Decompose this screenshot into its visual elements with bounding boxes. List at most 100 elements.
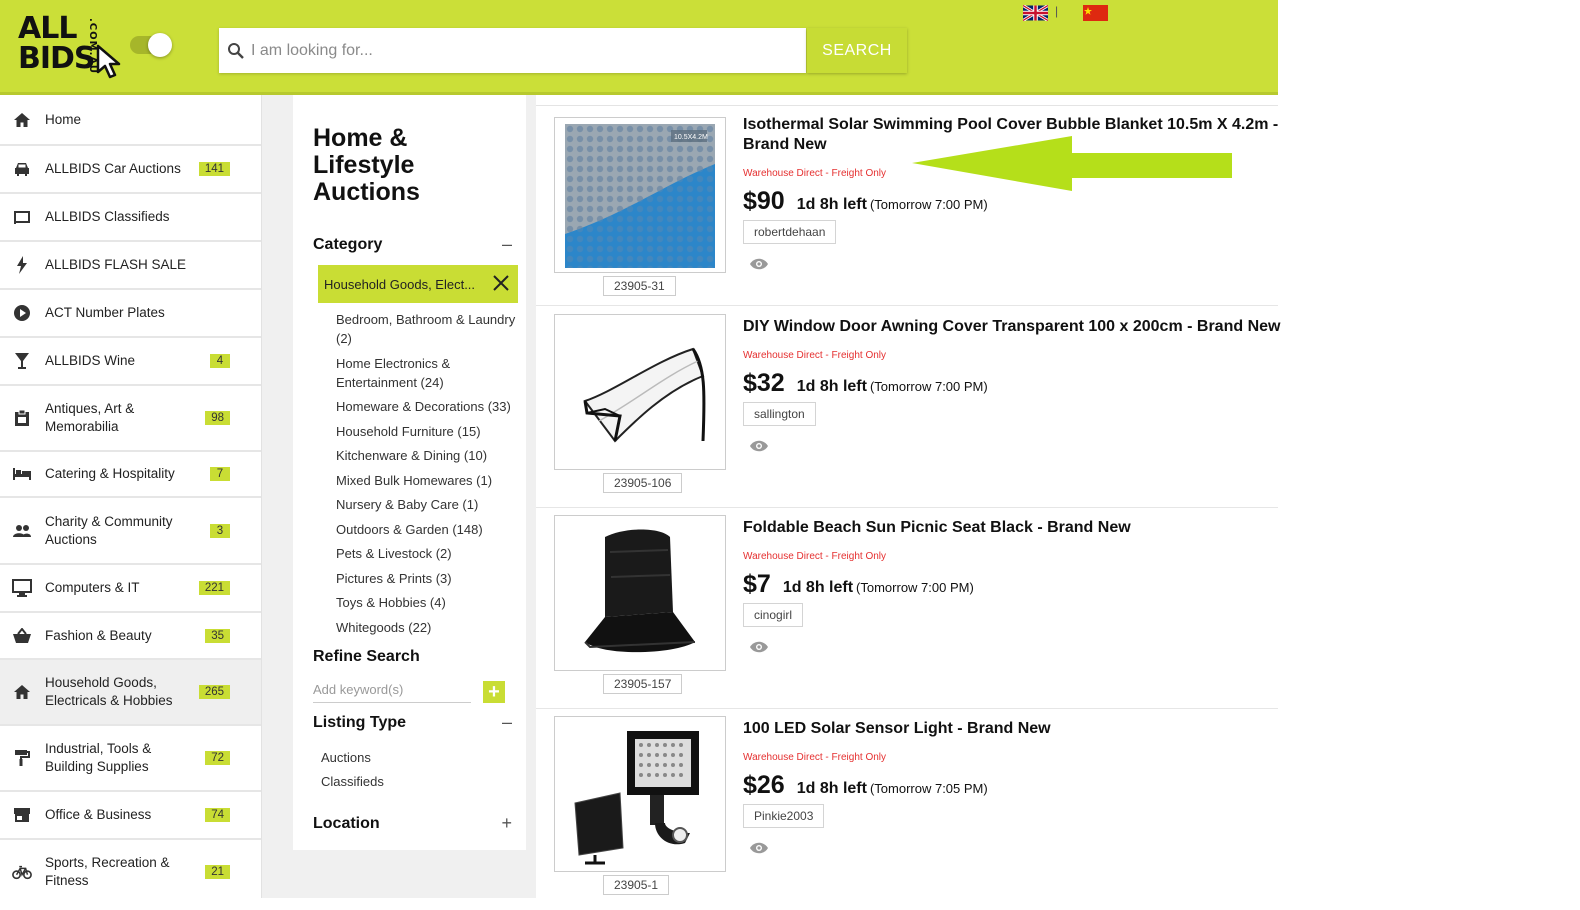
selected-category-chip[interactable]: Household Goods, Elect... bbox=[318, 265, 518, 303]
watch-eye-icon[interactable] bbox=[749, 257, 769, 271]
sidebar-gutter bbox=[262, 95, 293, 898]
sidebar-item-label: ACT Number Plates bbox=[45, 305, 165, 320]
search-bar bbox=[219, 28, 806, 73]
end-time: (Tomorrow 7:00 PM) bbox=[869, 379, 988, 394]
sidebar-item-label: Catering & Hospitality bbox=[45, 466, 175, 481]
count-badge: 98 bbox=[205, 411, 230, 425]
sidebar-item-number-plates[interactable]: ACT Number Plates bbox=[0, 290, 261, 338]
china-flag-icon[interactable] bbox=[1083, 5, 1108, 21]
subcategory-link[interactable]: Home Electronics & Entertainment (24) bbox=[336, 354, 521, 392]
watch-eye-icon[interactable] bbox=[749, 841, 769, 855]
people-icon bbox=[12, 521, 32, 541]
refine-search-heading: Refine Search bbox=[313, 648, 420, 665]
category-sidebar: Home ALLBIDS Car Auctions 141 ALLBIDS Cl… bbox=[0, 95, 262, 898]
sidebar-item-label: Home bbox=[45, 111, 82, 127]
sidebar-item-label: Office & Business bbox=[45, 807, 152, 822]
uk-flag-icon[interactable] bbox=[1023, 5, 1048, 21]
subcategory-link[interactable]: Pets & Livestock (2) bbox=[336, 544, 521, 563]
lot-number: 23905-31 bbox=[603, 276, 676, 296]
solar-light-image bbox=[574, 731, 699, 865]
keyword-input[interactable] bbox=[313, 677, 471, 703]
time-left: 1d 8h left bbox=[796, 196, 867, 213]
sidebar-item-fashion[interactable]: Fashion & Beauty 35 bbox=[0, 613, 261, 660]
listing-title[interactable]: DIY Window Door Awning Cover Transparent… bbox=[743, 317, 1283, 337]
listing-thumbnail[interactable]: 10.5X4.2M bbox=[554, 117, 726, 273]
subcategory-link[interactable]: Homeware & Decorations (33) bbox=[336, 397, 521, 416]
listing-title[interactable]: Foldable Beach Sun Picnic Seat Black - B… bbox=[743, 518, 1283, 538]
listing-thumbnail[interactable] bbox=[554, 716, 726, 872]
cursor-icon bbox=[96, 44, 121, 79]
sidebar-item-household[interactable]: Household Goods, Electricals & Hobbies 2… bbox=[0, 660, 261, 726]
search-input[interactable] bbox=[251, 28, 796, 73]
selected-category-label: Household Goods, Elect... bbox=[324, 276, 476, 292]
sidebar-item-industrial[interactable]: Industrial, Tools & Building Supplies 72 bbox=[0, 726, 261, 792]
paint-roller-icon bbox=[12, 748, 32, 768]
close-icon[interactable] bbox=[492, 274, 510, 292]
seller-tag[interactable]: robertdehaan bbox=[743, 220, 837, 244]
subcategory-link[interactable]: Bedroom, Bathroom & Laundry (2) bbox=[336, 310, 521, 348]
add-keyword-button[interactable]: + bbox=[483, 681, 505, 703]
seller-tag[interactable]: cinogirl bbox=[743, 603, 804, 627]
listing-type-heading[interactable]: Listing Type bbox=[313, 714, 406, 732]
seller-tag[interactable]: Pinkie2003 bbox=[743, 804, 825, 828]
category-heading[interactable]: Category bbox=[313, 236, 382, 254]
filter-bottom-gutter bbox=[293, 850, 536, 898]
sidebar-item-flash-sale[interactable]: ALLBIDS FLASH SALE bbox=[0, 242, 261, 290]
classifieds-icon bbox=[12, 207, 32, 227]
sidebar-item-catering[interactable]: Catering & Hospitality 7 bbox=[0, 452, 261, 498]
subcategory-link[interactable]: Outdoors & Garden (148) bbox=[336, 520, 521, 539]
price-row: $32 1d 8h left (Tomorrow 7:00 PM) bbox=[743, 369, 988, 398]
subcategory-link[interactable]: Nursery & Baby Care (1) bbox=[336, 495, 521, 514]
sidebar-item-car-auctions[interactable]: ALLBIDS Car Auctions 141 bbox=[0, 146, 261, 194]
top-header: ALL BIDS .COM.AU SEARCH | bbox=[0, 0, 1278, 95]
location-expand-button[interactable]: + bbox=[501, 814, 512, 832]
china-flag-star-icon bbox=[1084, 7, 1092, 15]
shipping-note: Warehouse Direct - Freight Only bbox=[743, 551, 887, 562]
subcategory-link[interactable]: Household Furniture (15) bbox=[336, 422, 521, 441]
seller-tag[interactable]: sallington bbox=[743, 402, 816, 426]
sidebar-item-computers[interactable]: Computers & IT 221 bbox=[0, 565, 261, 613]
price-row: $26 1d 8h left (Tomorrow 7:05 PM) bbox=[743, 771, 988, 800]
thumb-size-label: 10.5X4.2M bbox=[674, 134, 708, 141]
lot-number: 23905-157 bbox=[603, 674, 683, 694]
sidebar-item-wine[interactable]: ALLBIDS Wine 4 bbox=[0, 338, 261, 386]
listing-results: 10.5X4.2M 23905-31 Isothermal Solar Swim… bbox=[536, 95, 1280, 898]
subcategory-link[interactable]: Whitegoods (22) bbox=[336, 618, 521, 637]
count-badge: 72 bbox=[205, 751, 230, 765]
location-heading[interactable]: Location bbox=[313, 815, 380, 833]
listing-thumbnail[interactable] bbox=[554, 515, 726, 671]
filter-gutter bbox=[526, 95, 536, 898]
shipping-note: Warehouse Direct - Freight Only bbox=[743, 350, 887, 361]
listing-type-classifieds[interactable]: Classifieds bbox=[321, 773, 384, 791]
sidebar-item-antiques[interactable]: Antiques, Art & Memorabilia 98 bbox=[0, 386, 261, 452]
search-button[interactable]: SEARCH bbox=[807, 28, 907, 73]
subcategory-link[interactable]: Kitchenware & Dining (10) bbox=[336, 446, 521, 465]
annotation-arrow-icon bbox=[912, 136, 1232, 191]
watch-eye-icon[interactable] bbox=[749, 439, 769, 453]
sidebar-item-label: ALLBIDS Classifieds bbox=[45, 209, 170, 224]
theme-toggle[interactable] bbox=[130, 33, 172, 57]
sidebar-item-home[interactable]: Home bbox=[0, 95, 261, 146]
subcategory-link[interactable]: Mixed Bulk Homewares (1) bbox=[336, 471, 521, 490]
clipboard-icon bbox=[12, 408, 32, 428]
category-collapse-button[interactable]: – bbox=[502, 235, 512, 253]
filter-panel: Home & Lifestyle Auctions Category – Hou… bbox=[293, 95, 526, 850]
listing-type-auctions[interactable]: Auctions bbox=[321, 749, 384, 767]
listing-thumbnail[interactable] bbox=[554, 314, 726, 470]
count-badge: 21 bbox=[205, 865, 230, 879]
count-badge: 3 bbox=[210, 523, 230, 538]
time-left: 1d 8h left bbox=[796, 378, 867, 395]
listing-type-collapse-button[interactable]: – bbox=[502, 713, 512, 731]
current-price: $90 bbox=[743, 187, 785, 215]
page-title: Home & Lifestyle Auctions bbox=[313, 124, 420, 206]
allbids-logo[interactable]: ALL BIDS .COM.AU bbox=[16, 14, 121, 80]
sidebar-item-office[interactable]: Office & Business 74 bbox=[0, 792, 261, 840]
store-icon bbox=[12, 805, 32, 825]
watch-eye-icon[interactable] bbox=[749, 640, 769, 654]
sidebar-item-charity[interactable]: Charity & Community Auctions 3 bbox=[0, 498, 261, 565]
sidebar-item-sports[interactable]: Sports, Recreation & Fitness 21 bbox=[0, 840, 261, 904]
subcategory-link[interactable]: Pictures & Prints (3) bbox=[336, 569, 521, 588]
listing-title[interactable]: 100 LED Solar Sensor Light - Brand New bbox=[743, 719, 1283, 739]
subcategory-link[interactable]: Toys & Hobbies (4) bbox=[336, 593, 521, 612]
sidebar-item-classifieds[interactable]: ALLBIDS Classifieds bbox=[0, 194, 261, 242]
